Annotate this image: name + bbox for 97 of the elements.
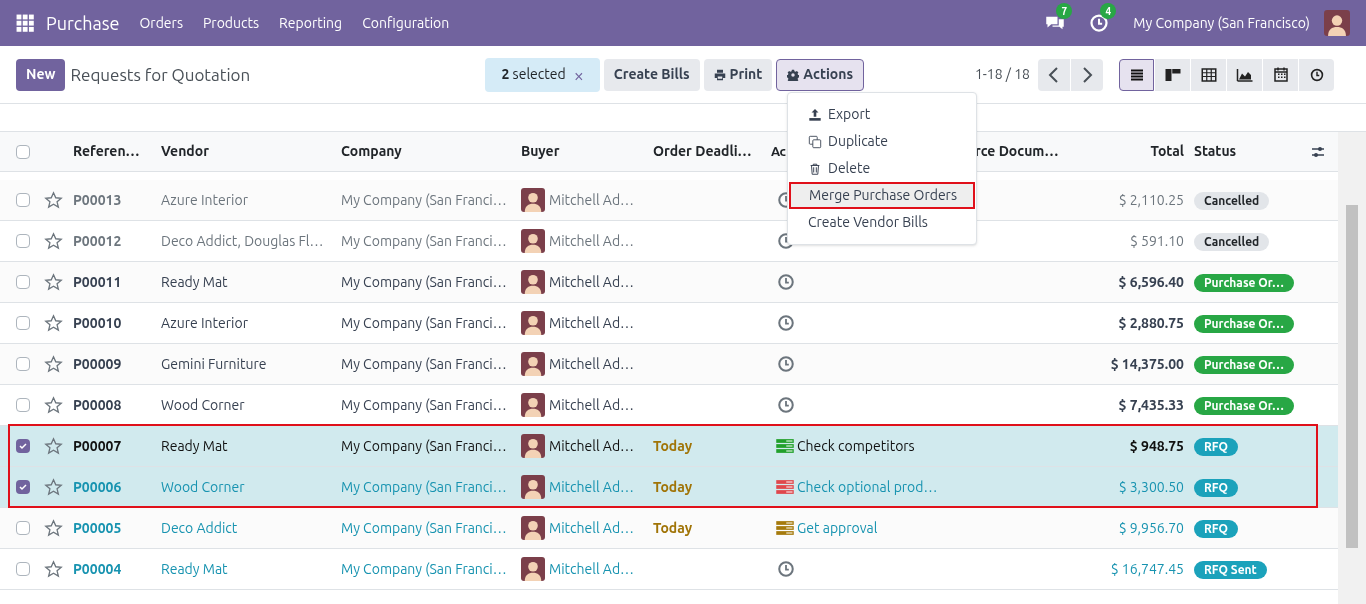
table-cell: $ 2,110.25 bbox=[1118, 191, 1184, 208]
deadline-text: Today bbox=[653, 437, 693, 454]
column-header[interactable]: Company bbox=[341, 143, 402, 159]
toolbar-button[interactable]: Actions bbox=[776, 58, 865, 91]
table-cell: P00004 bbox=[73, 560, 122, 577]
column-header[interactable]: Buyer bbox=[521, 143, 560, 159]
column-header[interactable]: Total bbox=[1150, 143, 1184, 159]
table-cell-text: Mitchell Ad… bbox=[549, 272, 635, 292]
table-cell: P00006 bbox=[73, 478, 122, 495]
table-cell: My Company (San Franci… bbox=[341, 232, 507, 249]
table-cell: My Company (San Franci… bbox=[341, 560, 507, 577]
table-cell: My Company (San Franci… bbox=[341, 273, 507, 290]
table-cell-text: Mitchell Ad… bbox=[549, 395, 635, 415]
table-row[interactable]: P00007 Ready Mat My Company (San Franci… Mitchell Ad… Today Check competitors $ 948.75 RFQ bbox=[0, 426, 1338, 467]
table-cell: P00010 bbox=[73, 314, 122, 331]
company-switcher[interactable]: My Company (San Francisco) bbox=[1133, 12, 1310, 34]
table-cell: Azure Interior bbox=[161, 191, 248, 208]
table-cell: My Company (San Franci… bbox=[341, 191, 507, 208]
table-cell: P00007 bbox=[73, 437, 122, 454]
status-badge: Purchase Or… bbox=[1194, 314, 1294, 333]
table-cell: $ 7,435.33 bbox=[1118, 396, 1184, 413]
status-badge: RFQ bbox=[1194, 437, 1238, 456]
table-cell: $ 3,300.50 bbox=[1118, 478, 1184, 495]
status-badge: Purchase Or… bbox=[1194, 396, 1294, 415]
menu-item[interactable]: Products bbox=[202, 12, 260, 34]
pager-value: 1-18 / 18 bbox=[974, 65, 1030, 84]
status-badge: Cancelled bbox=[1194, 232, 1270, 251]
table-cell: Ready Mat bbox=[161, 437, 228, 454]
dropdown-item[interactable]: Export bbox=[788, 101, 976, 128]
table-cell-text: Mitchell Ad… bbox=[549, 559, 635, 579]
table-cell: My Company (San Franci… bbox=[341, 314, 507, 331]
selection-count: 2 selected bbox=[501, 65, 566, 84]
table-cell: P00005 bbox=[73, 519, 122, 536]
toolbar-button[interactable]: Print bbox=[703, 58, 773, 91]
status-badge: RFQ bbox=[1194, 519, 1238, 538]
table-cell: Wood Corner bbox=[161, 396, 245, 413]
dropdown-item[interactable]: Delete bbox=[788, 155, 976, 182]
table-cell: $ 6,596.40 bbox=[1118, 273, 1184, 290]
deadline-text: Today bbox=[653, 478, 693, 495]
table-cell: P00008 bbox=[73, 396, 122, 413]
table-cell: Azure Interior bbox=[161, 314, 248, 331]
table-cell: My Company (San Franci… bbox=[341, 396, 507, 413]
table-cell: $ 16,747.45 bbox=[1110, 560, 1184, 577]
menu-item[interactable]: Reporting bbox=[279, 12, 343, 34]
column-header[interactable]: Referen… bbox=[73, 143, 140, 159]
table-cell-text: Mitchell Ad… bbox=[549, 231, 635, 251]
column-header[interactable]: Status bbox=[1194, 143, 1237, 159]
counter-badge: 7 bbox=[1056, 3, 1073, 19]
table-cell: $ 14,375.00 bbox=[1110, 355, 1184, 372]
table-cell: My Company (San Franci… bbox=[341, 519, 507, 536]
table-cell-text: Mitchell Ad… bbox=[549, 477, 635, 497]
table-cell: Deco Addict, Douglas Fl… bbox=[161, 232, 324, 249]
table-cell-text: Mitchell Ad… bbox=[549, 190, 635, 210]
table-cell-text: Mitchell Ad… bbox=[549, 313, 635, 333]
table-cell: My Company (San Franci… bbox=[341, 478, 507, 495]
dropdown-item[interactable]: Duplicate bbox=[788, 128, 976, 155]
table-cell: My Company (San Franci… bbox=[341, 437, 507, 454]
status-badge: Cancelled bbox=[1194, 191, 1270, 210]
table-row[interactable]: P00011 Ready Mat My Company (San Franci… Mitchell Ad… $ 6,596.40 Purchase Or… bbox=[0, 262, 1338, 303]
deadline-text: Today bbox=[653, 519, 693, 536]
table-cell: Deco Addict bbox=[161, 519, 238, 536]
new-button[interactable]: New bbox=[16, 58, 66, 91]
table-cell: Ready Mat bbox=[161, 560, 228, 577]
table-cell-text: Mitchell Ad… bbox=[549, 436, 635, 456]
counter-badge: 4 bbox=[1100, 3, 1117, 19]
status-badge: Purchase Or… bbox=[1194, 355, 1294, 374]
column-header[interactable]: Vendor bbox=[161, 143, 209, 159]
table-cell: $ 2,880.75 bbox=[1118, 314, 1184, 331]
table-cell: P00011 bbox=[73, 273, 122, 290]
table-cell: $ 591.10 bbox=[1129, 232, 1184, 249]
table-cell: $ 948.75 bbox=[1129, 437, 1184, 454]
menu-item[interactable]: Configuration bbox=[362, 12, 450, 34]
table-cell: Gemini Furniture bbox=[161, 355, 267, 372]
toolbar-button[interactable]: Create Bills bbox=[603, 58, 700, 91]
app-name[interactable]: Purchase bbox=[46, 9, 120, 37]
status-badge: RFQ bbox=[1194, 478, 1238, 497]
table-row[interactable]: P00005 Deco Addict My Company (San Franci… Mitchell Ad… Today Get approval $ 9,956.70 RFQ bbox=[0, 508, 1338, 549]
dropdown-item[interactable]: Merge Purchase Orders bbox=[789, 182, 975, 209]
activity-summary[interactable]: Check competitors bbox=[797, 435, 915, 457]
status-badge: RFQ Sent bbox=[1194, 560, 1267, 579]
clear-selection-button[interactable]: × bbox=[573, 65, 584, 84]
table-row[interactable]: P00009 Gemini Furniture My Company (San Franci… Mitchell Ad… $ 14,375.00 Purchase Or… bbox=[0, 344, 1338, 385]
table-cell: $ 9,956.70 bbox=[1118, 519, 1184, 536]
table-cell: P00012 bbox=[73, 232, 122, 249]
column-header[interactable]: Ac bbox=[771, 143, 786, 158]
activity-summary[interactable]: Get approval bbox=[797, 517, 878, 539]
table-cell-text: Mitchell Ad… bbox=[549, 354, 635, 374]
table-cell: Wood Corner bbox=[161, 478, 245, 495]
menu-item[interactable]: Orders bbox=[139, 12, 183, 34]
status-badge: Purchase Or… bbox=[1194, 273, 1294, 292]
table-cell: My Company (San Franci… bbox=[341, 355, 507, 372]
table-cell: P00013 bbox=[73, 191, 122, 208]
table-cell-text: Mitchell Ad… bbox=[549, 518, 635, 538]
page-title: Requests for Quotation bbox=[70, 63, 252, 86]
table-cell: P00009 bbox=[73, 355, 122, 372]
column-header[interactable]: Order Deadli… bbox=[653, 143, 752, 159]
table-cell: Ready Mat bbox=[161, 273, 228, 290]
